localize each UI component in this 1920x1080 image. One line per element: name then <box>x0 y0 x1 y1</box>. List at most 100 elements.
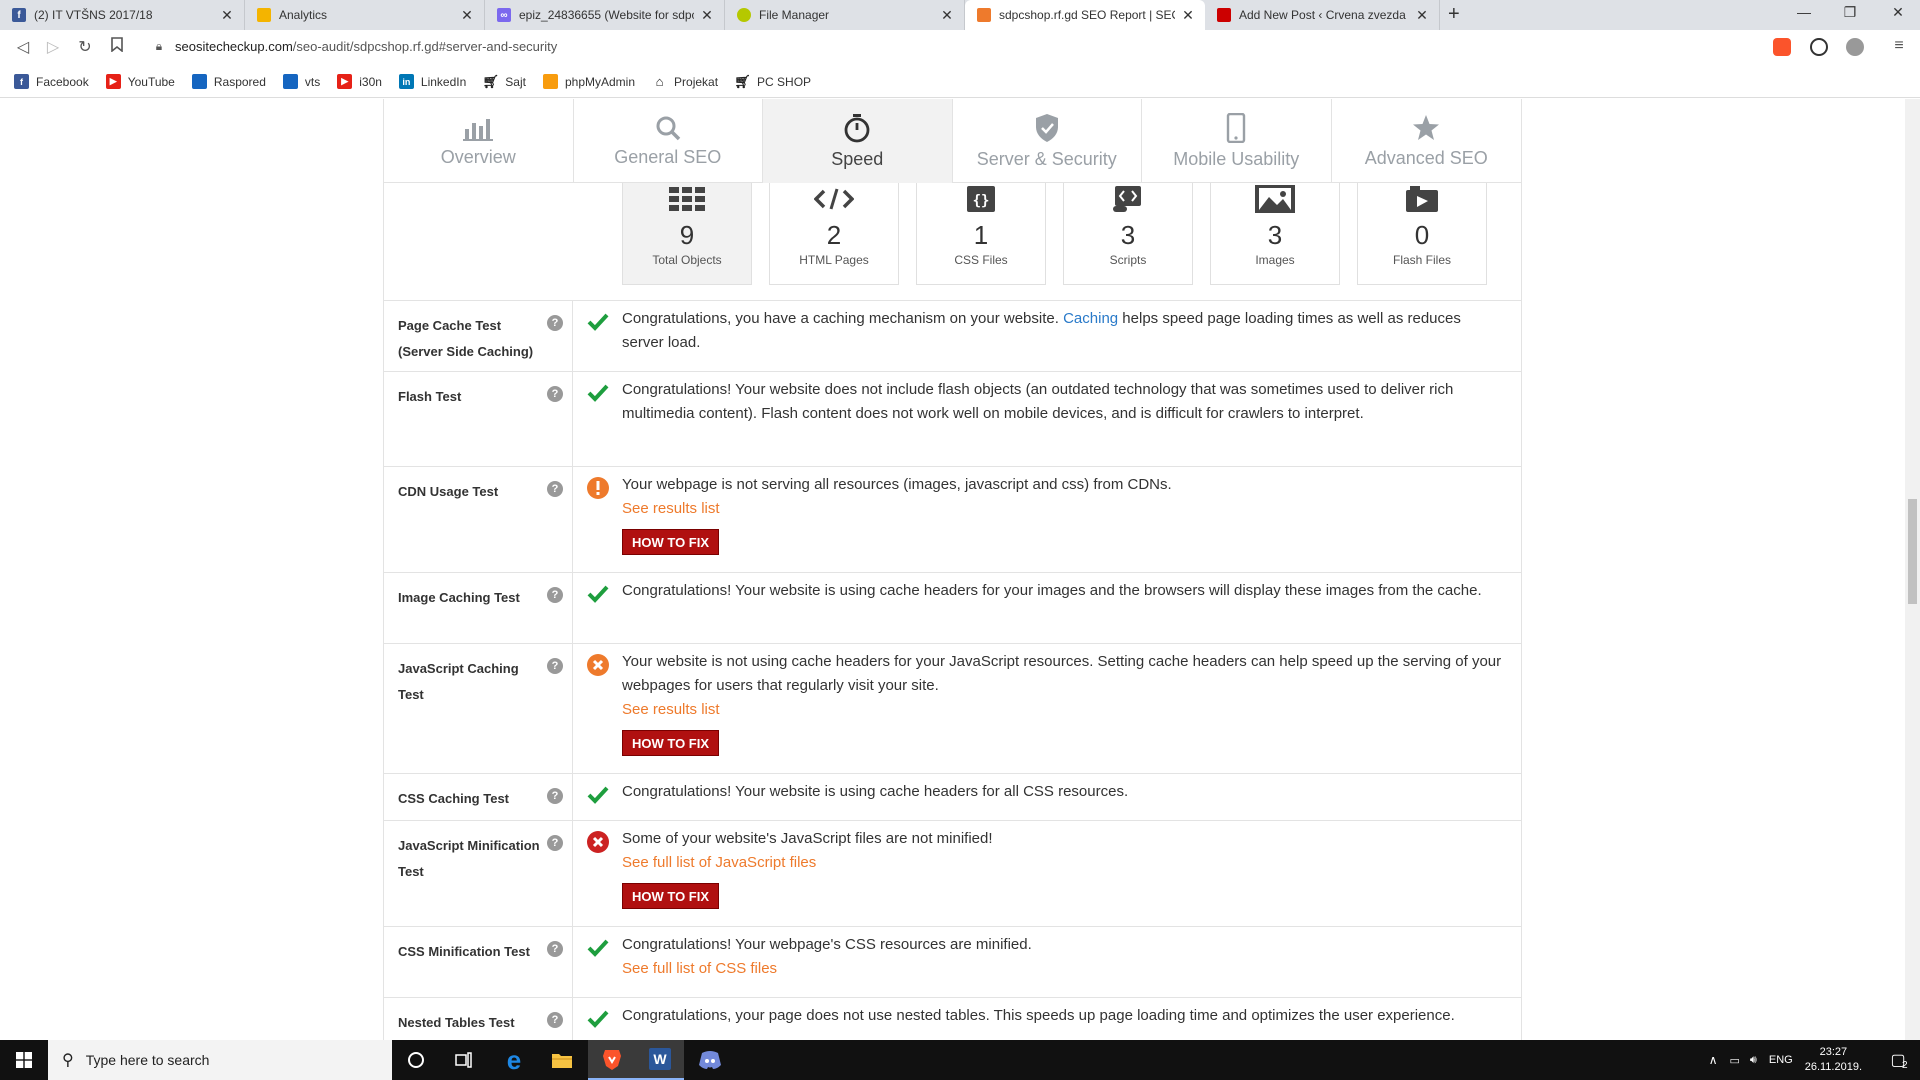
tab-title: File Manager <box>759 8 830 22</box>
test-result: Congratulations! Your website does not i… <box>622 378 1502 426</box>
minimize-icon[interactable]: — <box>1794 4 1814 20</box>
task-view-icon[interactable] <box>440 1040 488 1080</box>
svg-text:{}: {} <box>973 193 990 209</box>
tab-general-seo[interactable]: General SEO <box>574 99 763 183</box>
see-results-link[interactable]: See results list <box>622 497 1502 521</box>
help-icon[interactable]: ? <box>547 386 563 402</box>
tab-label: General SEO <box>614 146 722 167</box>
url-field[interactable]: seositecheckup.com/seo-audit/sdpcshop.rf… <box>175 39 557 54</box>
browser-tab[interactable]: Analytics ✕ <box>245 0 485 30</box>
bookmark-sajt[interactable]: 🛒︎ Sajt <box>483 74 526 89</box>
test-name: JavaScript Minification Test <box>398 838 540 879</box>
search-icon <box>656 116 680 140</box>
taskbar-search[interactable]: ⚲ Type here to search <box>48 1040 392 1080</box>
tab-mobile-usability[interactable]: Mobile Usability <box>1142 99 1332 183</box>
bookmark-icon[interactable] <box>106 37 128 57</box>
browser-tab[interactable]: Add New Post ‹ Crvena zvezda info ✕ <box>1205 0 1440 30</box>
forward-icon[interactable]: ▷ <box>42 37 64 57</box>
result-text: Congratulations! Your website does not i… <box>622 381 1454 422</box>
see-full-list-link[interactable]: See full list of CSS files <box>622 957 1502 981</box>
block-icon[interactable] <box>1810 38 1828 56</box>
bookmark-phpmyadmin[interactable]: phpMyAdmin <box>542 74 635 89</box>
chevron-up-icon[interactable]: ∧ <box>1709 1053 1718 1067</box>
how-to-fix-button[interactable]: HOW TO FIX <box>622 529 720 555</box>
bookmark-facebook[interactable]: f Facebook <box>14 74 89 89</box>
network-icon[interactable]: ▭ <box>1730 1054 1740 1067</box>
bookmark-label: Sajt <box>505 74 526 89</box>
close-tab-icon[interactable]: ✕ <box>1415 7 1429 24</box>
bookmark-linkedin[interactable]: in LinkedIn <box>398 74 466 89</box>
see-full-list-link[interactable]: See full list of JavaScript files <box>622 851 1502 875</box>
bookmark-youtube[interactable]: ▶ YouTube <box>105 74 175 89</box>
help-icon[interactable]: ? <box>547 658 563 674</box>
help-icon[interactable]: ? <box>547 315 563 331</box>
stat-css-files: {} 1 CSS Files <box>916 183 1046 285</box>
row-divider <box>572 644 573 773</box>
scrollbar-thumb[interactable] <box>1908 499 1917 604</box>
browser-tab[interactable]: f (2) IT VTŠNS 2017/18 ✕ <box>0 0 245 30</box>
help-icon[interactable]: ? <box>547 481 563 497</box>
edge-icon[interactable]: e <box>490 1040 538 1080</box>
help-icon[interactable]: ? <box>547 587 563 603</box>
discord-icon[interactable] <box>686 1040 734 1080</box>
restore-icon[interactable]: ❐ <box>1840 4 1860 21</box>
lock-icon[interactable]: 🔒︎ <box>148 39 170 54</box>
file-explorer-icon[interactable] <box>538 1040 586 1080</box>
close-window-icon[interactable]: ✕ <box>1888 4 1908 21</box>
help-icon[interactable]: ? <box>547 835 563 851</box>
browser-tab-active[interactable]: sdpcshop.rf.gd SEO Report | SEO S ✕ <box>965 0 1205 30</box>
close-tab-icon[interactable]: ✕ <box>220 7 234 24</box>
menu-icon[interactable]: ≡ <box>1888 37 1910 55</box>
start-button[interactable] <box>0 1040 48 1080</box>
cortana-icon[interactable] <box>392 1040 440 1080</box>
page-scrollbar[interactable] <box>1905 99 1920 1040</box>
close-tab-icon[interactable]: ✕ <box>460 7 474 24</box>
see-results-link[interactable]: See results list <box>622 698 1502 722</box>
close-tab-icon[interactable]: ✕ <box>700 7 714 24</box>
help-icon[interactable]: ? <box>547 941 563 957</box>
bookmark-vts[interactable]: vts <box>282 74 320 89</box>
row-divider <box>572 301 573 371</box>
test-name: Flash Test <box>398 389 462 404</box>
close-tab-icon[interactable]: ✕ <box>940 7 954 24</box>
reload-icon[interactable]: ↻ <box>74 37 96 57</box>
action-center-button[interactable]: ▢ 2 <box>1876 1040 1920 1080</box>
bookmark-raspored[interactable]: Raspored <box>191 74 266 89</box>
stat-images: 3 Images <box>1210 183 1340 285</box>
checkmark-icon <box>587 583 609 605</box>
tab-speed[interactable]: Speed <box>763 99 953 183</box>
help-icon[interactable]: ? <box>547 1012 563 1028</box>
brave-shield-icon[interactable] <box>1773 38 1791 56</box>
how-to-fix-button[interactable]: HOW TO FIX <box>622 883 720 909</box>
tab-overview[interactable]: Overview <box>384 99 574 183</box>
result-text: Your website is not using cache headers … <box>622 653 1502 694</box>
facebook-icon: f <box>12 8 26 22</box>
clock[interactable]: 23:27 26.11.2019. <box>1805 1045 1862 1075</box>
word-icon[interactable]: W <box>636 1040 684 1080</box>
extension-icon[interactable] <box>1846 38 1864 56</box>
tab-title: Add New Post ‹ Crvena zvezda info <box>1239 8 1409 22</box>
brave-icon[interactable] <box>588 1040 636 1080</box>
language-indicator[interactable]: ENG <box>1769 1054 1793 1066</box>
bookmark-pc-shop[interactable]: 🛒︎ PC SHOP <box>734 74 811 89</box>
result-text: Congratulations, you have a caching mech… <box>622 310 1064 327</box>
bookmark-i30n[interactable]: ▶ i30n <box>337 74 382 89</box>
back-icon[interactable]: ◁ <box>12 37 34 57</box>
new-tab-button[interactable]: + <box>1448 3 1460 26</box>
how-to-fix-button[interactable]: HOW TO FIX <box>622 730 720 756</box>
flash-file-icon <box>1358 183 1486 215</box>
bookmark-projekat[interactable]: ⌂ Projekat <box>652 74 718 89</box>
browser-tab[interactable]: File Manager ✕ <box>725 0 965 30</box>
tab-server-security[interactable]: Server & Security <box>953 99 1142 183</box>
stat-count: 0 <box>1414 220 1430 250</box>
tab-advanced-seo[interactable]: Advanced SEO <box>1332 99 1522 183</box>
page-viewport: Overview General SEO Speed Server & Secu… <box>0 99 1905 1040</box>
volume-icon[interactable]: 🔊︎ <box>1750 1054 1757 1067</box>
row-divider <box>572 998 573 1040</box>
help-icon[interactable]: ? <box>547 788 563 804</box>
close-tab-icon[interactable]: ✕ <box>1181 7 1195 24</box>
stat-count: 1 <box>973 220 989 250</box>
caching-link[interactable]: Caching <box>1063 310 1118 327</box>
browser-tab[interactable]: ∞ epiz_24836655 (Website for sdpcsh ✕ <box>485 0 725 30</box>
test-result: Congratulations! Your webpage's CSS reso… <box>622 933 1502 981</box>
